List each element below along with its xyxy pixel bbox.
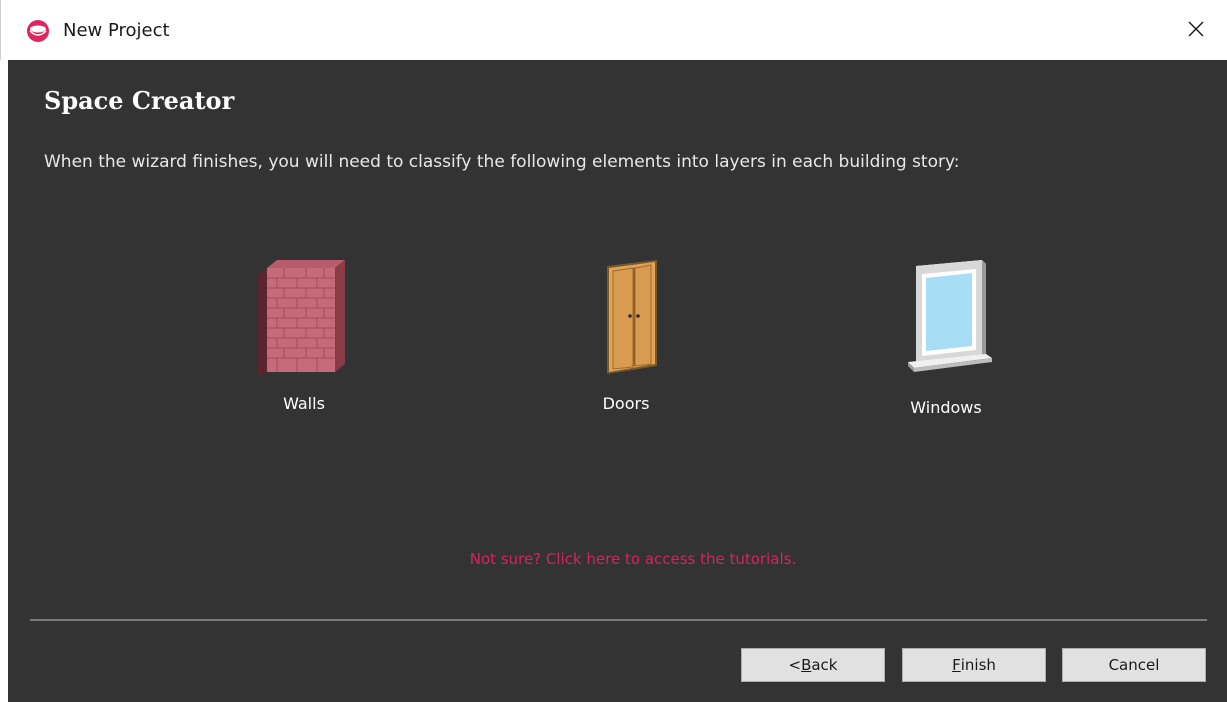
app-logo-icon [26, 19, 50, 43]
finish-button-rest: inish [960, 656, 996, 674]
door-icon [546, 256, 706, 376]
back-button-rest: ack [811, 656, 838, 674]
close-icon [1186, 19, 1206, 43]
windows-label: Windows [910, 398, 982, 417]
finish-button-mnemonic: F [952, 656, 961, 674]
page-title: Space Creator [44, 86, 235, 115]
window-icon [866, 256, 1026, 380]
cancel-button-label: Cancel [1108, 656, 1160, 674]
back-button-mnemonic: B [801, 656, 812, 674]
close-button[interactable] [1179, 14, 1213, 48]
title-bar: New Project [0, 0, 1227, 60]
new-project-dialog: New Project Space Creator When the wizar… [0, 0, 1227, 702]
back-button[interactable]: < Back [741, 648, 885, 682]
finish-button[interactable]: Finish [902, 648, 1046, 682]
walls-label: Walls [283, 394, 325, 413]
window-title: New Project [63, 20, 170, 41]
doors-element: Doors [546, 256, 706, 413]
walls-element: Walls [224, 256, 384, 413]
windows-element: Windows [866, 256, 1026, 417]
cancel-button[interactable]: Cancel [1062, 648, 1206, 682]
tutorials-link[interactable]: Not sure? Click here to access the tutor… [8, 550, 1227, 568]
doors-label: Doors [602, 394, 650, 413]
footer-divider [30, 619, 1207, 621]
instruction-text: When the wizard finishes, you will need … [44, 152, 960, 172]
back-button-prefix: < [788, 656, 802, 674]
wizard-content: Space Creator When the wizard finishes, … [8, 60, 1227, 702]
wall-icon [224, 256, 384, 376]
